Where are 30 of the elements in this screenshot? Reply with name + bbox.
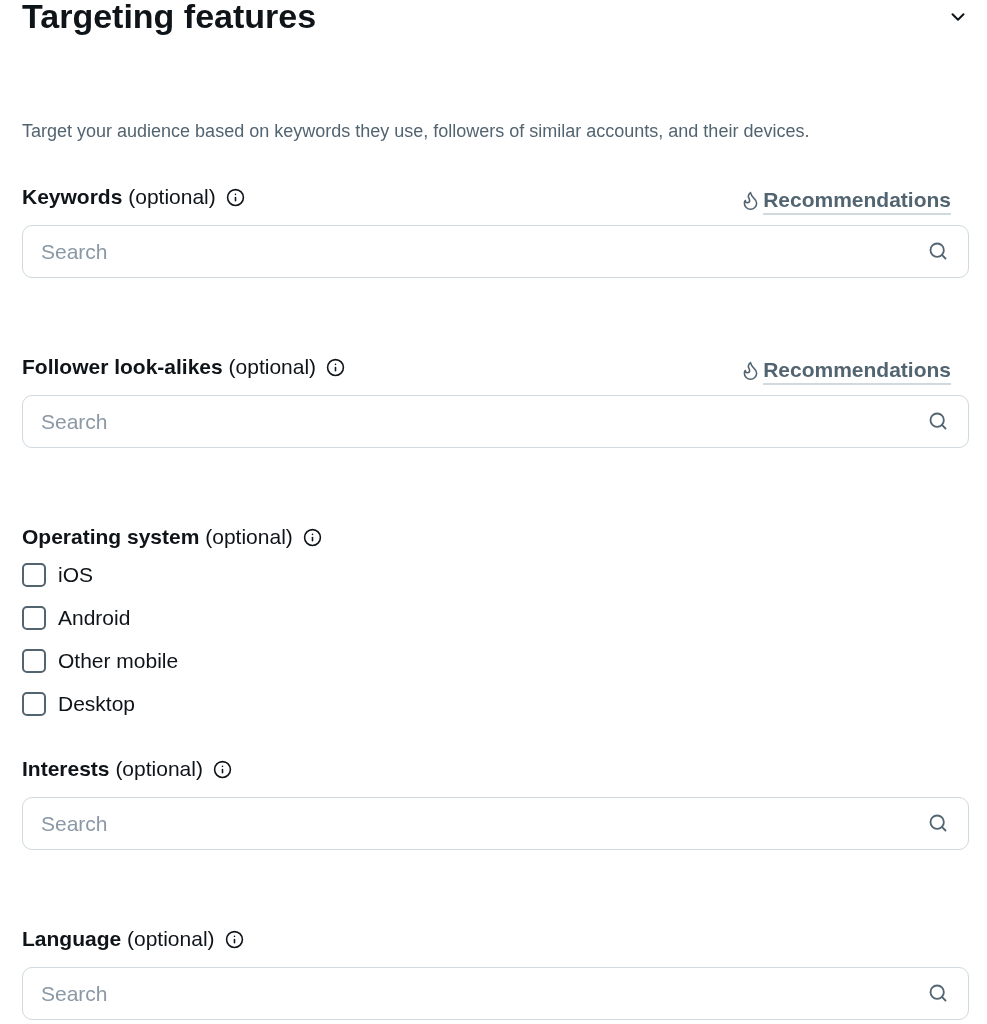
checkbox[interactable] [22,563,46,587]
checkbox[interactable] [22,692,46,716]
info-icon[interactable] [212,759,232,779]
info-icon[interactable] [225,187,245,207]
search-icon [928,241,948,261]
description: Target your audience based on keywords they use, followers of similar accounts, and their devices. [22,120,811,143]
field-label: Interests (optional) [22,756,203,783]
search-field[interactable]: Search [22,225,969,278]
field-label: Language (optional) [22,926,215,953]
search-field[interactable]: Search [22,797,969,850]
info-icon[interactable] [302,527,322,547]
search-icon [928,983,948,1003]
checkbox-label: iOS [58,562,93,589]
section-title: Targeting features [22,0,317,37]
search-field[interactable]: Search [22,395,969,448]
search-icon [928,411,948,431]
checkbox-label: Desktop [58,691,136,718]
checkbox[interactable] [22,649,46,673]
field-label: Keywords (optional) [22,184,216,211]
recommendations-link[interactable]: Recommendations [740,184,951,216]
recommendations-link[interactable]: Recommendations [740,354,951,386]
checkbox[interactable] [22,606,46,630]
checkbox-label: Android [58,605,131,632]
search-field[interactable]: Search [22,967,969,1020]
info-icon[interactable] [326,357,346,377]
checkbox-label: Other mobile [58,648,179,675]
field-label: Follower look-alikes (optional) [22,354,317,381]
info-icon[interactable] [224,929,244,949]
field-label: Operating system (optional) [22,524,293,551]
search-icon [928,813,948,833]
